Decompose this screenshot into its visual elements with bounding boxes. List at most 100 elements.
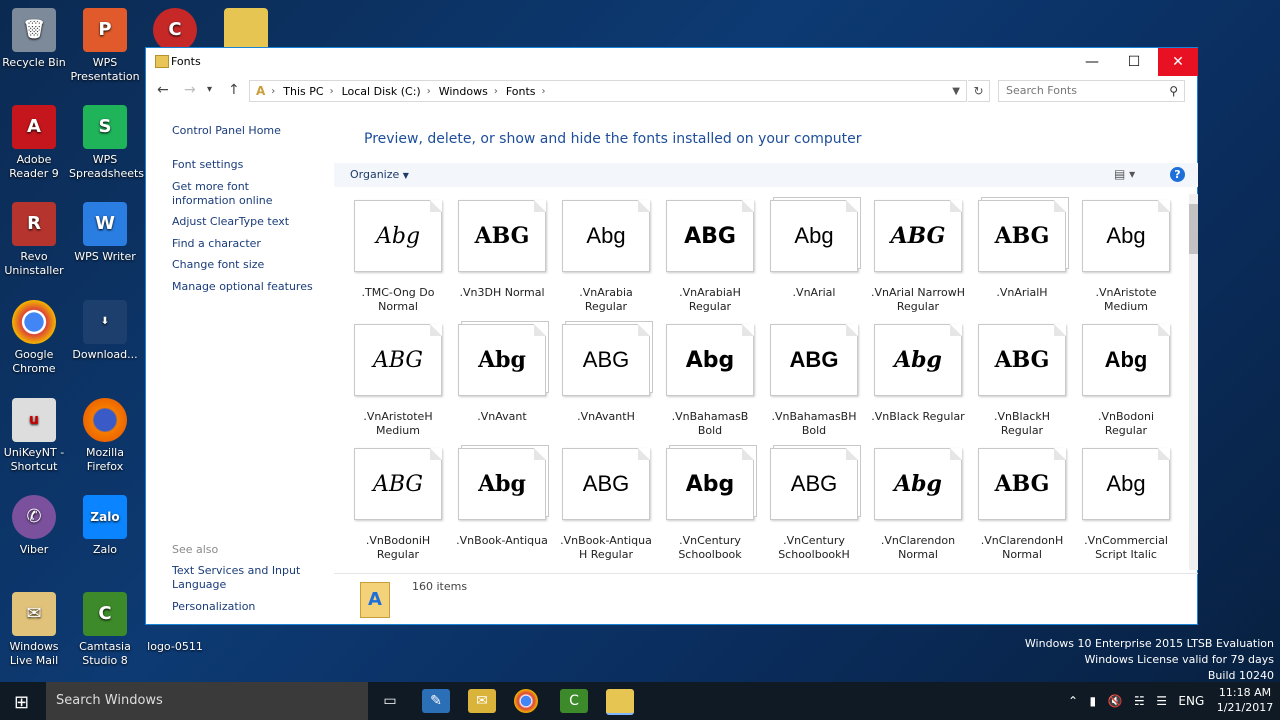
font-name: .VnBook-Antiqua H Regular <box>560 534 652 561</box>
breadcrumb-local-disk[interactable]: Local Disk (C:) <box>342 85 421 98</box>
desktop-icon-wps-writer[interactable]: W WPS Writer <box>69 202 141 264</box>
font-tile[interactable]: ABG .VnArial NarrowH Regular <box>870 200 966 320</box>
chevron-down-icon[interactable]: ▼ <box>952 86 960 97</box>
desktop-icon-camtasia[interactable]: C Camtasia Studio 8 <box>69 592 141 668</box>
action-center-icon[interactable]: ☰ <box>1156 694 1167 708</box>
minimize-button[interactable]: — <box>1072 48 1112 76</box>
font-tile[interactable]: ABG .VnBook-Antiqua H Regular <box>558 448 654 568</box>
desktop-icon-firefox[interactable]: Mozilla Firefox <box>69 398 141 474</box>
show-hidden-icons-icon[interactable]: ⌃ <box>1068 694 1078 708</box>
desktop-icon-recycle-bin[interactable]: 🗑 Recycle Bin <box>0 8 70 70</box>
link-more-font-info[interactable]: Get more font information online <box>172 180 312 208</box>
page-fold-icon <box>534 200 546 212</box>
file-explorer-taskbar-icon[interactable] <box>606 689 634 715</box>
font-tile[interactable]: Abg .VnBlack Regular <box>870 324 966 444</box>
font-tile[interactable]: ABG .VnBodoniH Regular <box>350 448 446 568</box>
font-tile[interactable]: Abg .VnAristote Medium <box>1078 200 1174 320</box>
font-name: .VnArial <box>792 286 836 299</box>
font-tile[interactable]: ABG .VnClarendonH Normal <box>974 448 1070 568</box>
font-tile[interactable]: ABG .VnBlackH Regular <box>974 324 1070 444</box>
breadcrumb-fonts[interactable]: Fonts <box>506 85 536 98</box>
network-icon[interactable]: ☵ <box>1134 694 1145 708</box>
font-name: .VnCentury SchoolbookH <box>778 534 850 561</box>
font-tile[interactable]: Abg .VnBahamasB Bold <box>662 324 758 444</box>
search-input[interactable]: Search Fonts ⚲ <box>998 80 1185 102</box>
font-tile[interactable]: Abg .VnBodoni Regular <box>1078 324 1174 444</box>
volume-icon[interactable]: 🔇 <box>1108 694 1123 708</box>
organize-button[interactable]: Organize ▼ <box>350 168 409 181</box>
desktop-icon-adobe-reader[interactable]: A Adobe Reader 9 <box>0 105 70 181</box>
back-arrow-icon[interactable]: ← <box>157 82 169 98</box>
font-name: .VnArial NarrowH Regular <box>871 286 965 313</box>
font-preview-text: Abg <box>894 471 942 497</box>
desktop-icon-unikey[interactable]: u UniKeyNT - Shortcut <box>0 398 70 474</box>
clock[interactable]: 11:18 AM 1/21/2017 <box>1212 685 1278 715</box>
taskbar-app-icon[interactable]: ✎ <box>422 689 450 713</box>
zalo-icon: Zalo <box>83 495 127 539</box>
link-control-panel-home[interactable]: Control Panel Home <box>172 124 312 138</box>
desktop-icon-download[interactable]: ⬇ Download... <box>69 300 141 362</box>
font-tile[interactable]: Abg .VnClarendon Normal <box>870 448 966 568</box>
desktop-icon-wps-presentation[interactable]: P WPS Presentation <box>69 8 141 84</box>
desktop-icon-windows-live-mail[interactable]: ✉ Windows Live Mail <box>0 592 70 668</box>
camtasia-taskbar-icon[interactable]: C <box>560 689 588 713</box>
page-fold-icon <box>638 448 650 460</box>
maximize-icon: ☐ <box>1127 54 1141 70</box>
chevron-right-icon: › <box>493 85 498 97</box>
link-cleartype[interactable]: Adjust ClearType text <box>172 215 312 229</box>
font-tile[interactable]: ABG .VnCentury SchoolbookH <box>766 448 862 568</box>
windows-watermark: Windows 10 Enterprise 2015 LTSB Evaluati… <box>1025 636 1274 684</box>
refresh-button[interactable]: ↻ <box>968 80 990 102</box>
address-bar[interactable]: A › This PC › Local Disk (C:) › Windows … <box>249 80 967 102</box>
link-personalization[interactable]: Personalization <box>172 600 312 614</box>
font-name: .VnBlack Regular <box>871 410 965 423</box>
font-tile[interactable]: ABG .VnArabiaH Regular <box>662 200 758 320</box>
font-tile[interactable]: Abg .VnCentury Schoolbook <box>662 448 758 568</box>
scrollbar-thumb[interactable] <box>1189 204 1198 254</box>
desktop-icon-viber[interactable]: ✆ Viber <box>0 495 70 557</box>
font-tile[interactable]: Abg .VnBook-Antiqua <box>454 448 550 568</box>
desktop-icon-zalo[interactable]: Zalo Zalo <box>69 495 141 557</box>
link-text-services[interactable]: Text Services and Input Language <box>172 564 302 592</box>
font-tile[interactable]: ABG .VnAristoteH Medium <box>350 324 446 444</box>
page-fold-icon <box>638 324 650 336</box>
chrome-taskbar-icon[interactable] <box>514 689 538 713</box>
breadcrumb-this-pc[interactable]: This PC <box>283 85 323 98</box>
language-indicator[interactable]: ENG <box>1178 694 1204 708</box>
close-button[interactable]: ✕ <box>1158 48 1198 76</box>
taskbar-search[interactable]: Search Windows <box>46 682 368 720</box>
task-view-icon[interactable]: ▭ <box>376 689 404 713</box>
link-font-settings[interactable]: Font settings <box>172 158 312 172</box>
start-button[interactable]: ⊞ <box>14 692 29 713</box>
maximize-button[interactable]: ☐ <box>1114 48 1154 76</box>
search-icon: ⚲ <box>1169 84 1178 98</box>
link-find-character[interactable]: Find a character <box>172 237 312 251</box>
breadcrumb-windows[interactable]: Windows <box>439 85 488 98</box>
battery-icon[interactable]: ▮ <box>1090 694 1097 708</box>
forward-arrow-icon[interactable]: → <box>184 82 196 98</box>
font-tile[interactable]: Abg .VnAvant <box>454 324 550 444</box>
font-tile[interactable]: ABG .VnAvantH <box>558 324 654 444</box>
desktop-icon-wps-spreadsheets[interactable]: S WPS Spreadsheets <box>69 105 144 181</box>
view-options-icon[interactable]: ▤ ▾ <box>1114 167 1135 181</box>
link-change-font-size[interactable]: Change font size <box>172 258 312 272</box>
link-optional-features[interactable]: Manage optional features <box>172 280 322 294</box>
taskbar-app-icon[interactable]: ✉ <box>468 689 496 713</box>
up-arrow-icon[interactable]: ↑ <box>228 82 240 98</box>
font-tile[interactable]: Abg .TMC-Ong Do Normal <box>350 200 446 320</box>
fonts-window: Fonts — ☐ ✕ ← → ▾ ↑ A › This PC › Local … <box>145 47 1198 625</box>
font-tile[interactable]: ABG .Vn3DH Normal <box>454 200 550 320</box>
taskbar: ⊞ Search Windows ▭ ✎ ✉ C ⌃ ▮ 🔇 ☵ ☰ ENG 1… <box>0 682 1280 720</box>
font-tile[interactable]: ABG .VnBahamasBH Bold <box>766 324 862 444</box>
desktop-icon-revo[interactable]: R Revo Uninstaller <box>0 202 70 278</box>
desktop-icon-chrome[interactable]: Google Chrome <box>0 300 70 376</box>
vertical-scrollbar[interactable] <box>1189 194 1198 570</box>
font-name: .Vn3DH Normal <box>459 286 545 299</box>
font-tile[interactable]: ABG .VnArialH <box>974 200 1070 320</box>
font-tile[interactable]: Abg .VnCommercial Script Italic <box>1078 448 1174 568</box>
font-preview-text: Abg <box>478 347 526 373</box>
help-icon[interactable]: ? <box>1170 167 1185 182</box>
font-tile[interactable]: Abg .VnArial <box>766 200 862 320</box>
font-tile[interactable]: Abg .VnArabia Regular <box>558 200 654 320</box>
recent-locations-icon[interactable]: ▾ <box>207 84 212 95</box>
